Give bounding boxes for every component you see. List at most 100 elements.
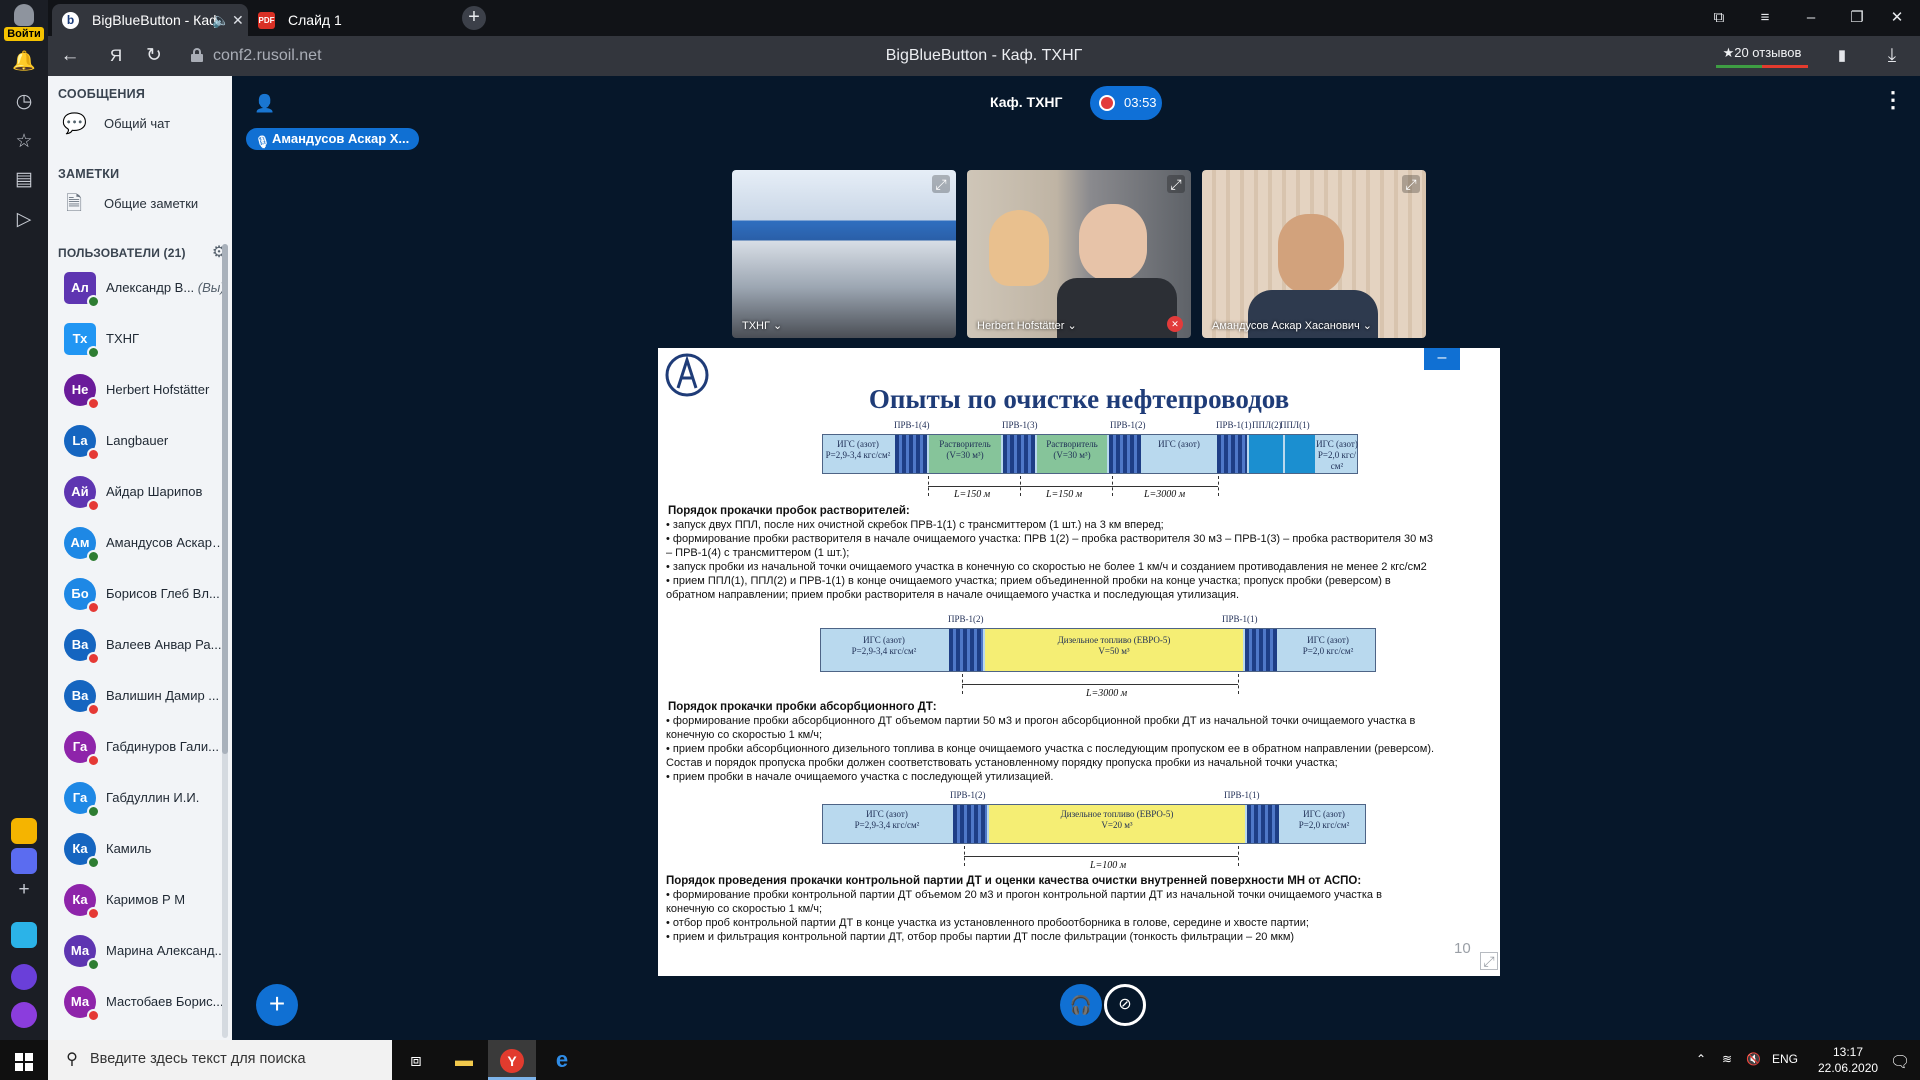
bookmark-icon[interactable]: ▮ [1828,44,1856,68]
close-window-icon[interactable]: ✕ [1874,0,1920,36]
tab-bigbluebutton[interactable]: b BigBlueButton - Каф 🔈 ✕ [52,4,248,36]
text-line: Состав и порядок пропуска пробки должен … [666,757,1338,769]
fullscreen-icon[interactable]: ⤢ [1167,175,1185,193]
person-silhouette [989,210,1049,286]
add-app-icon[interactable]: + [10,876,38,904]
user-list-item[interactable]: Ам Амандусов Аскар ... [64,521,230,571]
alice-assistant-icon[interactable] [11,1002,37,1028]
speaker-icon[interactable]: 🔈 [212,4,229,36]
fullscreen-icon[interactable]: ⤢ [1402,175,1420,193]
user-list-item[interactable]: La Langbauer [64,419,230,469]
fullscreen-icon[interactable]: ⤢ [932,175,950,193]
minimize-presentation-button[interactable]: – [1424,348,1460,370]
taskbar-clock[interactable]: 13:17 22.06.2020 [1818,1044,1878,1076]
taskbar-search-box[interactable]: ⚲ Введите здесь текст для поиска [48,1040,392,1080]
messages-section-title: СООБЩЕНИЯ [58,87,146,101]
user-list-item[interactable]: Га Габдинуров Гали... [64,725,230,775]
user-list-item[interactable]: He Herbert Hofstätter [64,368,230,418]
video-tile-herbert[interactable]: Herbert Hofstätter ⌄ ⤢ ✕ [967,170,1191,338]
file-explorer-icon[interactable]: ▬ [440,1040,488,1080]
close-tab-icon[interactable]: ✕ [232,4,244,36]
video-name[interactable]: ТХНГ ⌄ [742,319,782,332]
user-list-item[interactable]: Ка Каримов Р М [64,878,230,928]
notes-section-title: ЗАМЕТКИ [58,167,120,181]
play-media-icon[interactable]: ▷ [10,206,38,234]
user-list-item[interactable]: Ма Мастобаев Борис... [64,980,230,1030]
reviews-badge[interactable]: ★20 отзывов [1716,42,1808,68]
messenger-app-icon[interactable] [11,848,37,874]
windows-start-icon[interactable] [0,1040,48,1080]
talking-indicator[interactable]: 🎙 Амандусов Аскар Х... [246,128,420,150]
slide-page-number: 10 [1454,940,1471,957]
avatar-initials: Бо [71,586,89,601]
avatar-initials: Ай [71,484,89,499]
mail-app-icon[interactable] [11,818,37,844]
task-view-icon[interactable]: ⧈ [392,1040,440,1080]
tray-chevron-icon[interactable]: ⌃ [1696,1052,1706,1066]
download-icon[interactable]: ⤓ [1878,44,1906,68]
video-name[interactable]: Herbert Hofstätter ⌄ [977,319,1077,332]
user-list-item[interactable]: Га Габдуллин И.И. [64,776,230,826]
collections-icon[interactable]: ▤ [10,166,38,194]
notifications-icon[interactable]: 🗨 [1890,1052,1910,1072]
send-app-icon[interactable] [11,922,37,948]
wifi-icon[interactable]: ≋ [1722,1052,1732,1066]
slide-fullscreen-icon[interactable]: ⤢ [1480,952,1498,970]
user-list-item[interactable]: Тх ТХНГ [64,317,230,367]
minimize-window-icon[interactable]: – [1788,0,1834,36]
edge-browser-icon[interactable]: e [538,1040,586,1080]
new-tab-plus-icon[interactable]: + [462,6,486,30]
page-title: BigBlueButton - Каф. ТХНГ [885,47,1083,64]
user-list-item[interactable]: Ма Марина Александ... [64,929,230,979]
avatar: Тх [64,323,100,359]
address-bar: ← Я ↻ conf2.rusoil.net BigBlueButton - К… [48,36,1920,76]
user-list-item[interactable]: Ва Валишин Дамир ... [64,674,230,724]
text-line: конечную со скоростью 1 км/ч; [666,903,823,915]
status-icon [87,856,100,869]
avatar: Га [64,731,100,767]
video-tile-txng[interactable]: ТХНГ ⌄ ⤢ [732,170,956,338]
volume-muted-icon[interactable]: 🔇 [1746,1052,1761,1066]
star-bookmarks-icon[interactable]: ☆ [10,128,38,156]
avatar: Ма [64,935,100,971]
text-line: обратном направлении; прием пробки раств… [666,589,1240,601]
yandex-browser-taskbar-icon[interactable]: Y [488,1040,536,1080]
video-tile-amandusov[interactable]: Амандусов Аскар Хасанович ⌄ ⤢ [1202,170,1426,338]
userlist-scrollbar[interactable] [222,244,228,1038]
toggle-userlist-icon[interactable]: 👤 [254,94,275,113]
scraper-pig [895,435,927,473]
headphones-audio-button[interactable]: 🎧 [1060,984,1102,1026]
avatar: Ай [64,476,100,512]
music-app-icon[interactable] [11,964,37,990]
bookmarks-panel-icon[interactable]: ⧉ [1696,0,1742,36]
actions-plus-button[interactable]: + [256,984,298,1026]
status-icon [87,601,100,614]
bell-icon[interactable]: 🔔 [10,48,38,76]
menu-hamburger-icon[interactable]: ≡ [1742,0,1788,36]
pipe-body: ИГС (азот) P=2,9-3,4 кгс/см² Дизельное то… [822,804,1366,844]
section-heading: Порядок прокачки пробки абсорбционного Д… [668,701,937,713]
options-kebab-icon[interactable]: ⋮ [1882,89,1904,111]
shared-notes-item[interactable]: 🗎 Общие заметки [62,190,222,220]
user-list-item[interactable]: Бо Борисов Глеб Вл... [64,572,230,622]
recording-indicator[interactable]: 03:53 [1090,86,1162,120]
video-camera-off-button[interactable]: ⊘ [1104,984,1146,1026]
history-clock-icon[interactable]: ◷ [10,88,38,116]
user-list-item[interactable]: Ай Айдар Шарипов [64,470,230,520]
tab-slide[interactable]: PDF Слайд 1 [248,4,464,36]
language-indicator[interactable]: ENG [1772,1052,1798,1066]
status-icon [87,1009,100,1022]
users-section-title: ПОЛЬЗОВАТЕЛИ (21) [58,246,186,260]
profile-login-button[interactable]: Войти [4,4,44,41]
user-list-item[interactable]: Ва Валеев Анвар Ра... [64,623,230,673]
search-icon: ⚲ [66,1051,78,1068]
status-icon [87,499,100,512]
avatar-initials: Тх [72,331,88,346]
tab-title: Слайд 1 [288,12,342,28]
segment-diesel: Дизельное топливо (ЕВРО-5) V=20 м³ [989,805,1245,843]
user-list-item[interactable]: Ка Камиль [64,827,230,877]
user-list-item[interactable]: Ал Александр В... (Вы) [64,266,230,316]
text-line: • формирование пробки растворителя в нач… [666,533,1433,545]
video-name[interactable]: Амандусов Аскар Хасанович ⌄ [1212,319,1372,332]
public-chat-item[interactable]: 💬 Общий чат [62,110,222,140]
